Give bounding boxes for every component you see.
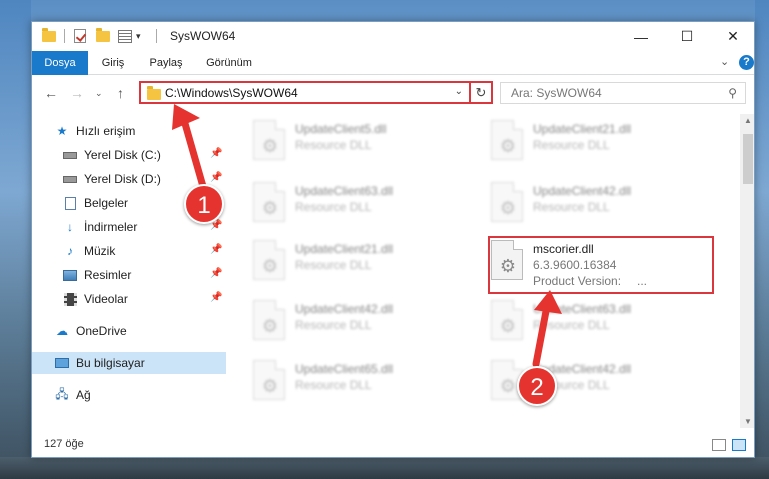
arrow-1 [172,104,208,194]
arrow-2 [532,290,562,368]
annotation-arrows [172,104,562,368]
step-badge-2: 2 [517,366,557,406]
step-badge-1: 1 [184,184,224,224]
